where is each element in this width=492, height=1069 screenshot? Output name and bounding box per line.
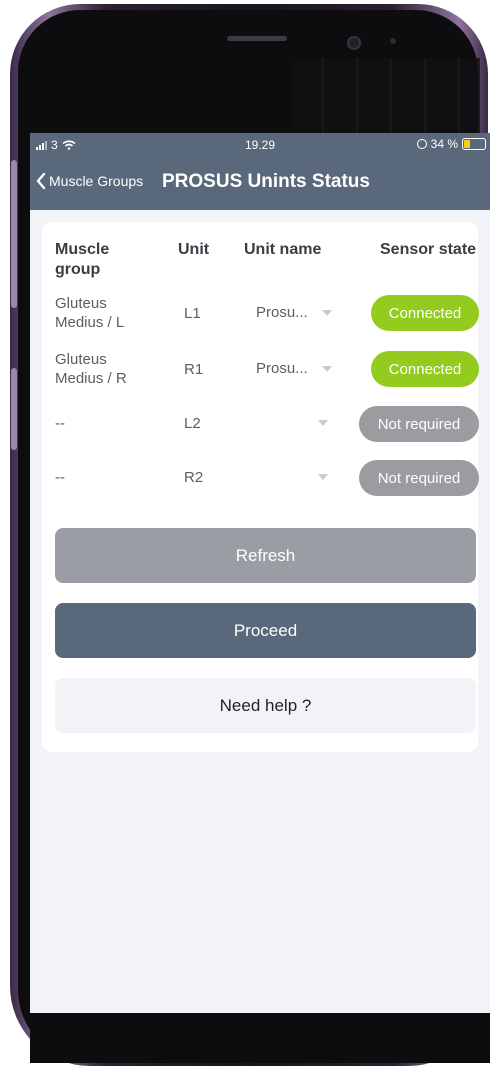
bixby-button — [11, 368, 17, 450]
unit-name-dropdown[interactable]: Prosu... — [256, 360, 332, 377]
refresh-button[interactable]: Refresh — [55, 528, 476, 583]
back-button[interactable]: Muscle Groups — [36, 173, 143, 189]
back-label: Muscle Groups — [49, 173, 144, 189]
need-help-button[interactable]: Need help ? — [55, 678, 476, 733]
rotation-lock-icon — [416, 139, 427, 149]
chevron-down-icon — [318, 420, 328, 426]
status-right: 34 % — [416, 137, 486, 151]
nav-bar: Muscle Groups PROSUS Unints Status — [30, 157, 490, 210]
status-card: Muscle group Unit Unit name Sensor state… — [42, 222, 479, 752]
chevron-down-icon — [321, 309, 332, 316]
status-badge: Not required — [359, 460, 479, 496]
header-sensor-state: Sensor state — [380, 241, 477, 258]
page-title: PROSUS Unints Status — [162, 171, 370, 192]
header-unit-name: Unit name — [244, 241, 322, 258]
unit-name-value: Prosu... — [256, 360, 308, 377]
sensor-icon — [390, 38, 396, 44]
status-bar: 3 19.29 34 % — [30, 133, 490, 157]
unit-name-dropdown[interactable]: Prosu... — [256, 304, 332, 321]
app-screen: 3 19.29 34 % Muscle Groups PROSUS Unints… — [30, 133, 490, 1013]
battery-percent: 34 % — [430, 137, 458, 151]
unit-cell: R2 — [184, 469, 204, 486]
muscle-group-cell: -- — [55, 415, 65, 432]
front-camera-icon — [347, 36, 361, 50]
earpiece — [227, 36, 287, 41]
chevron-left-icon — [36, 173, 46, 189]
muscle-group-cell: Gluteus Medius / R — [55, 351, 127, 387]
bottom-bezel — [30, 1013, 490, 1063]
unit-name-dropdown[interactable] — [318, 420, 328, 426]
muscle-group-cell: Gluteus Medius / L — [55, 295, 125, 331]
unit-cell: R1 — [184, 361, 204, 378]
bezel-texture — [290, 58, 480, 138]
volume-button — [11, 160, 17, 308]
header-muscle-group: Muscle group — [55, 241, 110, 278]
muscle-group-cell: -- — [55, 469, 65, 486]
header-unit: Unit — [178, 241, 210, 258]
status-badge: Connected — [371, 351, 479, 387]
chevron-down-icon — [318, 474, 328, 480]
status-badge: Connected — [371, 295, 479, 331]
proceed-button[interactable]: Proceed — [55, 603, 476, 658]
unit-cell: L1 — [184, 305, 201, 322]
unit-name-dropdown[interactable] — [318, 474, 328, 480]
unit-name-value: Prosu... — [256, 304, 308, 321]
status-badge: Not required — [359, 406, 479, 442]
chevron-down-icon — [321, 365, 332, 372]
unit-cell: L2 — [184, 415, 201, 432]
battery-icon — [462, 138, 486, 150]
